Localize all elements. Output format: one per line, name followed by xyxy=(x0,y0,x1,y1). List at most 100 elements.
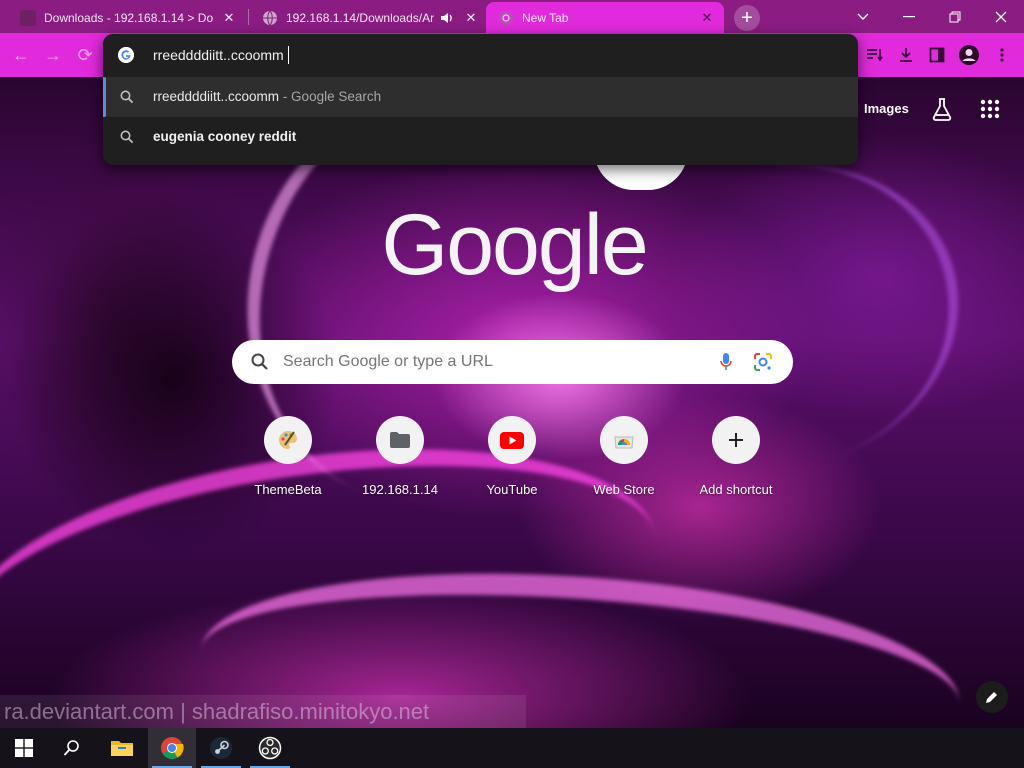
plus-icon: + xyxy=(741,6,753,29)
reading-list-button[interactable] xyxy=(862,42,888,68)
wallpaper-watermark: ra.deviantart.com | shadrafiso.minitokyo… xyxy=(0,695,526,728)
google-g-icon xyxy=(118,47,134,63)
tab-search-button[interactable] xyxy=(840,0,886,33)
minimize-icon xyxy=(903,15,915,17)
chrome-logo-icon xyxy=(161,737,184,759)
palette-icon xyxy=(278,431,297,449)
globe-icon xyxy=(262,10,278,26)
ntp-search-box[interactable] xyxy=(232,340,793,384)
tab-title: Downloads - 192.168.1.14 > Do xyxy=(44,10,214,25)
kebab-menu-icon xyxy=(1000,48,1004,62)
site-favicon-icon xyxy=(20,9,36,26)
labs-flask-icon[interactable] xyxy=(929,96,955,122)
steam-icon xyxy=(210,737,232,759)
suggestion-query: rreeddddiitt..ccoomm xyxy=(153,89,280,104)
audio-playing-icon[interactable] xyxy=(438,9,456,27)
reading-list-icon xyxy=(867,49,883,62)
tab-file-listing[interactable]: 192.168.1.14/Downloads/Ar ✕ xyxy=(250,2,488,33)
shortcut-tile xyxy=(264,416,312,464)
shortcut-tile xyxy=(488,416,536,464)
start-button[interactable] xyxy=(0,728,48,768)
shortcut-label: YouTube xyxy=(486,482,538,497)
taskbar-search-button[interactable] xyxy=(48,728,96,768)
microphone-icon[interactable] xyxy=(719,352,733,372)
chevron-down-icon xyxy=(857,13,869,20)
pencil-icon xyxy=(986,692,997,703)
taskbar-obs[interactable] xyxy=(246,728,294,768)
omnibox-dropdown: rreeddddiitt..ccoomm - Google Search eug… xyxy=(103,34,858,165)
ntp-background-image: ra.deviantart.com | shadrafiso.minitokyo… xyxy=(0,77,1024,728)
back-button[interactable]: ← xyxy=(8,42,34,68)
close-tab-icon[interactable]: ✕ xyxy=(698,9,716,27)
search-icon xyxy=(120,90,134,104)
close-icon xyxy=(995,11,1007,22)
tab-strip: Downloads - 192.168.1.14 > Do ✕ 192.168.… xyxy=(0,0,1024,33)
selection-indicator xyxy=(103,77,106,117)
suggestion-text: rreeddddiitt..ccoomm - Google Search xyxy=(153,89,381,104)
taskbar-chrome[interactable] xyxy=(148,728,196,768)
omnibox-input[interactable] xyxy=(153,45,833,65)
restore-icon xyxy=(949,11,961,22)
shortcut-label: Add shortcut xyxy=(699,482,773,497)
google-lens-icon[interactable] xyxy=(753,352,773,372)
chrome-menu-button[interactable] xyxy=(989,42,1015,68)
ntp-search-input[interactable] xyxy=(283,352,703,372)
shortcut-themebeta[interactable]: ThemeBeta xyxy=(233,416,343,497)
shortcut-192-168-1-14[interactable]: 192.168.1.14 xyxy=(345,416,455,497)
windows-logo-icon xyxy=(15,739,33,757)
images-link[interactable]: Images xyxy=(864,101,909,116)
omnibox-suggestion[interactable]: rreeddddiitt..ccoomm - Google Search xyxy=(103,77,858,117)
plus-icon xyxy=(729,433,743,447)
tab-title: 192.168.1.14/Downloads/Ar xyxy=(286,10,435,25)
restore-button[interactable] xyxy=(932,0,978,33)
suggestion-suffix: - Google Search xyxy=(279,89,382,104)
avatar-icon xyxy=(959,45,979,65)
taskbar-steam[interactable] xyxy=(197,728,245,768)
taskbar-file-explorer[interactable] xyxy=(98,728,146,768)
shortcut-label: 192.168.1.14 xyxy=(362,482,438,497)
close-window-button[interactable] xyxy=(978,0,1024,33)
folder-icon xyxy=(390,432,410,448)
download-icon xyxy=(900,48,912,62)
omnibox-suggestion[interactable]: eugenia cooney reddit xyxy=(103,117,858,157)
suggestion-query: eugenia cooney reddit xyxy=(153,129,297,144)
reload-button[interactable]: ⟳ xyxy=(72,42,98,68)
close-tab-icon[interactable]: ✕ xyxy=(462,9,480,27)
obs-studio-icon xyxy=(258,736,282,760)
chrome-web-store-icon xyxy=(614,436,634,449)
tab-downloads[interactable]: Downloads - 192.168.1.14 > Do ✕ xyxy=(8,2,246,33)
google-logo: Google xyxy=(381,197,648,293)
search-icon xyxy=(63,740,79,756)
google-apps-icon[interactable] xyxy=(979,98,1001,120)
shortcut-tile xyxy=(712,416,760,464)
youtube-icon xyxy=(500,431,524,449)
close-tab-icon[interactable]: ✕ xyxy=(220,9,238,27)
shortcut-label: Web Store xyxy=(593,482,655,497)
shortcut-youtube[interactable]: YouTube xyxy=(457,416,567,497)
add-shortcut-button[interactable]: Add shortcut xyxy=(681,416,791,497)
windows-taskbar xyxy=(0,728,1024,768)
shortcut-tile xyxy=(376,416,424,464)
tab-separator xyxy=(248,9,249,25)
shortcut-label: ThemeBeta xyxy=(254,482,322,497)
reload-icon: ⟳ xyxy=(77,44,93,65)
file-explorer-icon xyxy=(111,741,133,756)
tab-title: New Tab xyxy=(522,10,569,25)
shortcut-web-store[interactable]: Web Store xyxy=(569,416,679,497)
arrow-right-icon: → xyxy=(44,44,62,65)
search-icon xyxy=(251,353,268,370)
chrome-logo-icon xyxy=(498,10,514,26)
downloads-button[interactable] xyxy=(893,42,919,68)
new-tab-button[interactable]: + xyxy=(734,5,760,31)
omnibox[interactable] xyxy=(103,34,858,76)
profile-button[interactable] xyxy=(956,42,982,68)
text-caret xyxy=(288,46,289,64)
tab-new-tab[interactable]: New Tab ✕ xyxy=(486,2,724,33)
search-icon xyxy=(120,130,134,144)
arrow-left-icon: ← xyxy=(12,44,30,65)
customize-chrome-button[interactable] xyxy=(976,681,1008,713)
minimize-button[interactable] xyxy=(886,0,932,33)
shortcut-tile xyxy=(600,416,648,464)
side-panel-button[interactable] xyxy=(924,42,950,68)
forward-button[interactable]: → xyxy=(40,42,66,68)
